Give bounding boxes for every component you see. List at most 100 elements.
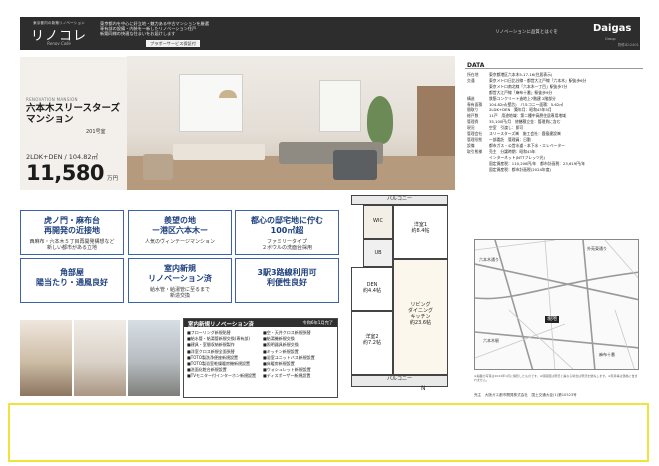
feature-title-line: 3駅3路線利用可 <box>257 268 317 277</box>
map-station-label: 六本木駅 <box>483 338 499 343</box>
renovation-item: ■TVモニター付インターホン新規設置 <box>187 373 256 379</box>
renovation-column-right: ■空・天井クロス新規張替 ■給湯機新規交換 ■照明器具新規交換 ■キッチン新規設… <box>263 330 337 380</box>
daigas-group-label: Group <box>605 37 616 41</box>
plan-ldk-size: 約23.6帖 <box>409 320 432 326</box>
feature-subtext: 人気のヴィンテージマンション <box>129 239 231 245</box>
plan-room-size: 約8.4帖 <box>411 228 430 234</box>
cabinet <box>417 86 455 166</box>
photo-window <box>319 80 361 132</box>
area-map: 六本木通り 外苑東通り 麻布十番 六本木駅 現地 <box>474 239 639 370</box>
feature-title-line: 羨望の地 <box>164 216 196 225</box>
hero-summary: RENOVATION MANSION 六本木スリースターズ マンション 201号… <box>20 57 130 190</box>
plan-wic-label: WIC <box>373 218 383 224</box>
feature-title: 角部屋 陽当たり・通風良好 <box>21 268 123 288</box>
plan-bath: UB <box>363 239 393 267</box>
logo-english: Renov Colle <box>47 41 71 46</box>
property-location-pin: 現地 <box>545 316 560 323</box>
renovation-date: 令和6年1月完了 <box>302 320 333 325</box>
plan-balcony-label: バルコニー <box>387 376 412 382</box>
feature-card: 都心の邸宅地に佇む 100㎡超 ファミリータイプ ２ボウルの洗面台採用 <box>235 210 339 255</box>
plan-room-1: 洋室1 約8.4帖 <box>393 205 448 259</box>
property-name: 六本木スリースターズ マンション <box>26 103 126 125</box>
bathroom-photo <box>20 320 72 396</box>
renovation-column-left: ■フローリング新規貼替 ■給水管・給湯管新規交換(専有部) ■建具・室間収納新規… <box>187 330 261 380</box>
feature-title-line: 100㎡超 <box>270 226 304 235</box>
feature-card: 虎ノ門・麻布台 再開発の近接地 西麻布・六本木５丁目再開発構想など 新しい都市が… <box>20 210 124 255</box>
feature-title-line: リノベーション済 <box>148 274 212 283</box>
property-name-line: 六本木スリースターズ <box>26 103 121 114</box>
property-name-line: マンション <box>26 114 74 125</box>
feature-title: 室内新規 リノベーション済 <box>129 264 231 284</box>
plant <box>367 96 393 144</box>
plan-room-2: 洋室2 約7.2帖 <box>351 311 393 375</box>
feature-card: 室内新規 リノベーション済 給水管・給湯管に至るまで 新造交換 <box>128 258 232 303</box>
renovation-header: 室内新規リノベーション済 令和6年1月完了 <box>184 319 337 328</box>
highlight-box <box>8 403 649 462</box>
feature-title-line: 再開発の近接地 <box>44 226 100 235</box>
price-unit: 万円 <box>107 176 119 182</box>
lounge-chair <box>333 150 377 180</box>
room-number: 201号室 <box>86 129 106 135</box>
feature-title-line: 室内新規 <box>164 264 196 273</box>
plan-wic: WIC <box>363 205 393 239</box>
feature-title-line: 虎ノ門・麻布台 <box>44 216 100 225</box>
exterior-photo <box>128 320 180 396</box>
dining-table <box>173 144 265 160</box>
data-divider <box>465 68 643 69</box>
feature-title: 3駅3路線利用可 利便性良好 <box>236 268 338 288</box>
map-road-label: 六本木通り <box>479 257 499 262</box>
plan-balcony: バルコニー <box>351 195 448 205</box>
premium-service-badge: プラボーサービス保証付 <box>146 40 200 47</box>
property-data-table: 所在地 東京都港区六本木5-17-16(住居表示) 交通 東京メトロ日比谷線・都営大江… <box>467 72 643 172</box>
map-road-label: 外苑東通り <box>587 246 607 251</box>
header-notes: 東京都内を中心に好立地・魅力ある中古マンションを厳選 専有部の設備・内装を一新し… <box>100 21 210 37</box>
feature-subtext-line: ２ボウルの洗面台採用 <box>261 245 312 252</box>
plan-bath-label: UB <box>374 250 382 256</box>
feature-card: 角部屋 陽当たり・通風良好 <box>20 258 124 303</box>
feature-subtext: ファミリータイプ ２ボウルの洗面台採用 <box>236 239 338 251</box>
header-note: 新築同様の快適な住まいをお届けします <box>100 31 176 37</box>
map-roads <box>475 240 638 369</box>
renovation-list: 室内新規リノベーション済 令和6年1月完了 ■フローリング新規貼替 ■給水管・給… <box>183 318 338 398</box>
washroom-photo <box>74 320 126 396</box>
feature-card: 3駅3路線利用可 利便性良好 <box>235 258 339 303</box>
brand-logo: 東京都内の新築リノベーション リノコレ Renov Colle <box>20 17 98 50</box>
feature-title-line: 陽当たり・通風良好 <box>36 278 108 287</box>
living-room-photo <box>127 56 455 190</box>
header-code: 物件ID:2401 <box>618 43 639 47</box>
data-row: 固定資産税：都市計画税(2024年度) <box>467 167 643 173</box>
plan-den: DEN 約4.4帖 <box>351 267 393 311</box>
map-area-label: 麻布十番 <box>599 352 615 357</box>
pendant-lamp <box>219 90 237 98</box>
feature-subtext-line: 人気のヴィンテージマンション <box>145 239 215 245</box>
data-value: 固定資産税：都市計画税(2024年度) <box>489 166 551 172</box>
renovation-mansion-label: RENOVATION MANSION <box>26 97 78 102</box>
feature-title-line: 都心の邸宅地に佇む <box>251 216 323 225</box>
price: 11,580 <box>26 161 105 185</box>
feature-subtext-line: 新しい都市がある立地 <box>46 245 97 252</box>
feature-card: 羨望の地 ー港区六本木ー 人気のヴィンテージマンション <box>128 210 232 255</box>
floor-plan: バルコニー 洋室1 約8.4帖 WIC UB DEN 約4.4帖 洋室2 約7.… <box>351 195 448 393</box>
feature-title-line: 利便性良好 <box>267 278 307 287</box>
plan-ldk: リビング ダイニング キッチン 約23.6帖 <box>393 259 448 375</box>
plan-den-size: 約4.4帖 <box>363 288 381 294</box>
data-key <box>467 167 489 173</box>
daigas-logo: Daigas <box>593 23 632 34</box>
layout-spec: 2LDK+DEN / 104.82㎡ <box>26 153 99 161</box>
renovation-item: ■ディスポーザー新規設置 <box>263 373 311 379</box>
renovation-title: 室内新規リノベーション済 <box>188 321 254 328</box>
company-info: 売主 大阪ガス都市開発株式会社 国土交通大臣(1)第10523号 <box>474 393 577 397</box>
disclaimer-text: ※掲載の写真は2024年1月に撮影したものです。※間取図は現況と異なる場合は現況… <box>474 374 638 383</box>
compass-icon: N <box>421 385 426 392</box>
flyer-page: 東京都内の新築リノベーション リノコレ Renov Colle 東京都内を中心に… <box>0 0 659 466</box>
feature-title: 羨望の地 ー港区六本木ー <box>129 216 231 236</box>
feature-title: 虎ノ門・麻布台 再開発の近接地 <box>21 216 123 236</box>
plan-balcony: バルコニー <box>351 375 448 387</box>
photo-window <box>179 74 243 132</box>
plan-room-size: 約7.2帖 <box>363 340 381 346</box>
dining-chair <box>143 154 173 180</box>
feature-title: 都心の邸宅地に佇む 100㎡超 <box>236 216 338 236</box>
feature-subtext: 給水管・給湯管に至るまで 新造交換 <box>129 287 231 299</box>
feature-subtext: 西麻布・六本木５丁目再開発構想など 新しい都市がある立地 <box>21 239 123 251</box>
feature-subtext-line: 新造交換 <box>169 293 190 300</box>
